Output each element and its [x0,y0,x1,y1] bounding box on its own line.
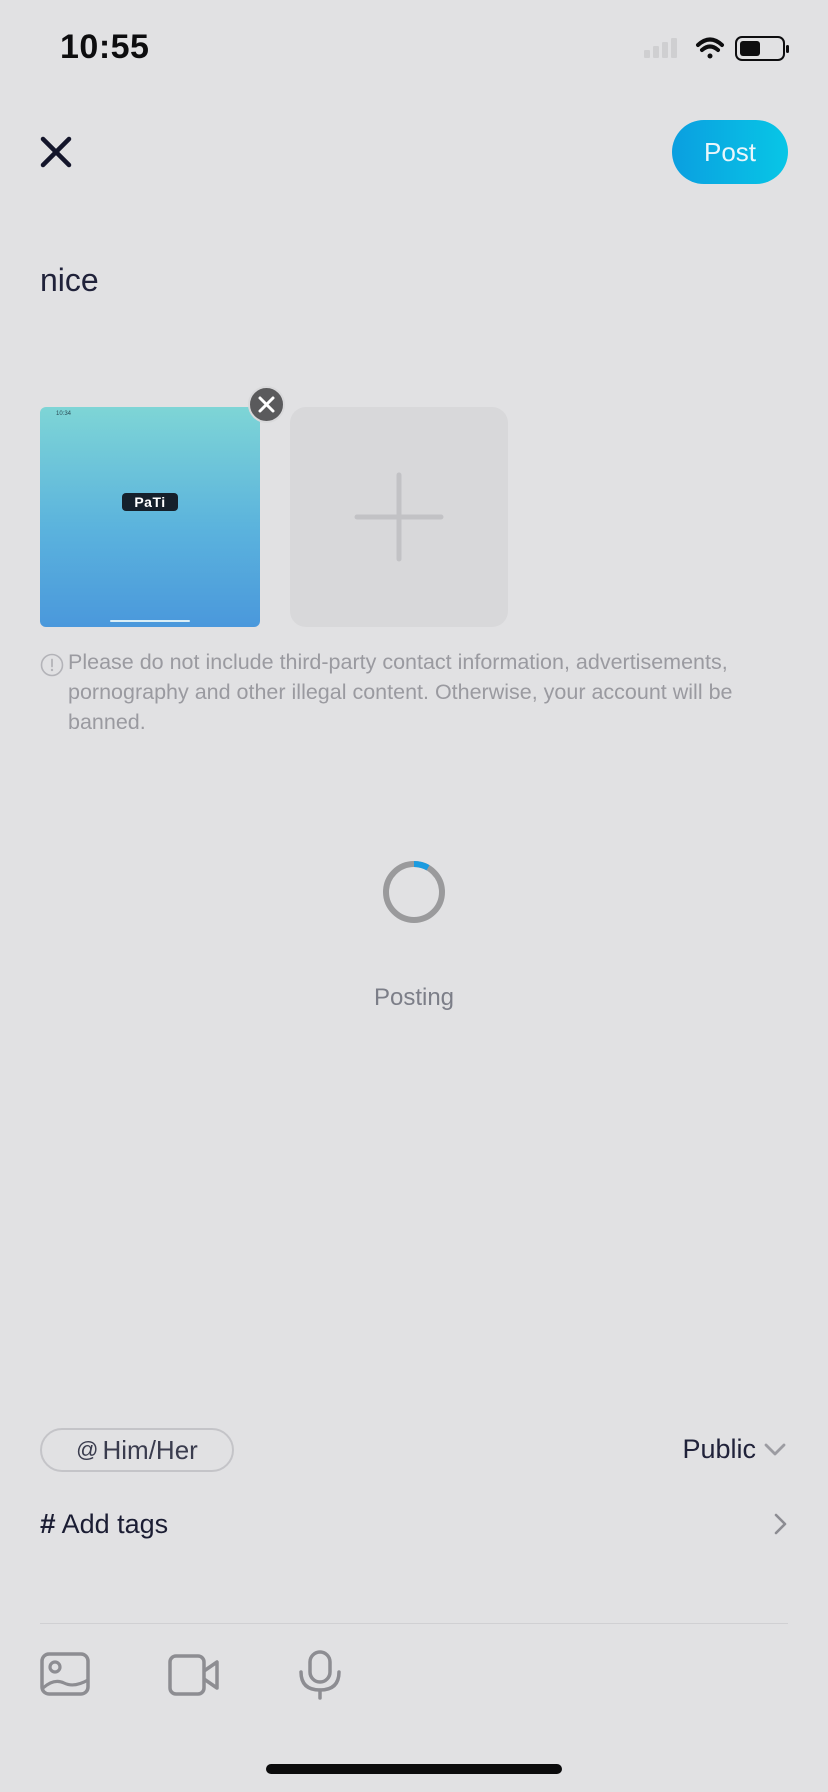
plus-icon [354,472,444,562]
content-policy-notice: Please do not include third-party contac… [68,650,733,734]
info-icon [40,653,64,677]
status-icons [644,36,789,61]
wifi-icon [696,37,724,59]
post-text-input[interactable]: nice [40,262,99,299]
at-icon: @ [76,1437,99,1462]
add-tags-row[interactable]: # Add tags [40,1502,788,1546]
toolbar-divider [40,1623,788,1624]
home-indicator [266,1764,562,1774]
loading-spinner-icon [383,861,445,923]
chevron-right-icon [774,1513,787,1535]
thumb-app-logo: PaTi [122,493,178,511]
mention-label: Him/Her [102,1434,198,1465]
attached-image[interactable]: 10:34 PaTi [40,407,260,627]
posting-status: Posting [373,984,455,1011]
add-image-button[interactable] [290,407,508,627]
video-icon[interactable] [168,1650,220,1700]
cellular-signal-icon [644,38,677,58]
remove-image-button[interactable] [248,386,285,423]
mention-button[interactable]: @ Him/Her [40,1428,234,1472]
post-button[interactable]: Post [672,120,788,184]
chevron-down-icon [764,1443,786,1455]
hashtag-icon: # [40,1508,56,1539]
thumb-home-bar [110,620,190,622]
battery-icon [735,36,789,61]
remove-icon [258,396,275,413]
status-time: 10:55 [60,28,150,66]
visibility-selector[interactable]: Public [682,1434,786,1465]
visibility-label: Public [682,1434,756,1464]
thumb-status-time: 10:34 [56,411,72,417]
close-button[interactable] [38,134,74,170]
microphone-icon[interactable] [294,1650,346,1700]
image-icon[interactable] [40,1650,92,1700]
add-tags-label: Add tags [61,1508,169,1539]
close-icon [40,136,72,168]
